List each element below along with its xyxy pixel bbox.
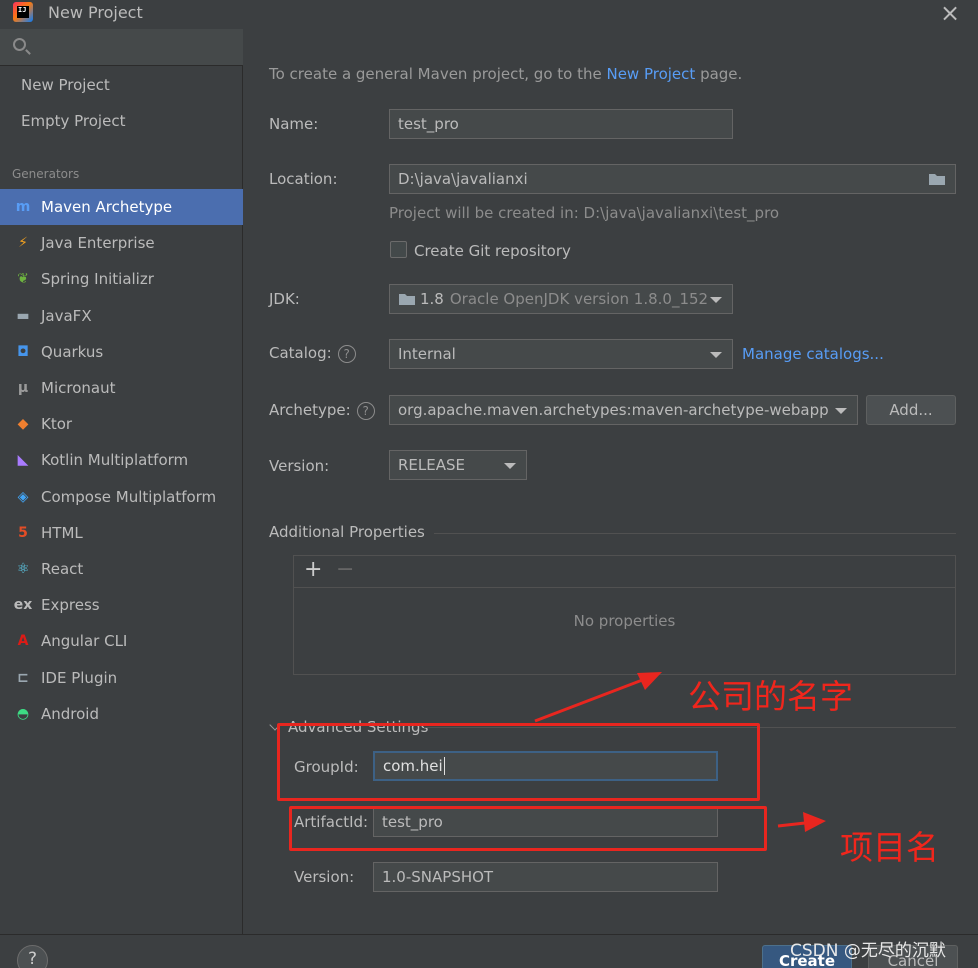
annotation-arrows	[534, 672, 826, 832]
arrow-head	[803, 812, 826, 832]
company-name-annotation: 公司的名字	[688, 677, 853, 716]
arrow-line	[534, 677, 646, 723]
help-button[interactable]: ?	[17, 945, 48, 968]
project-name-annotation: 项目名	[840, 828, 939, 867]
arrow-line	[777, 821, 806, 828]
csdn-watermark: CSDN @无尽的沉默	[790, 941, 946, 961]
